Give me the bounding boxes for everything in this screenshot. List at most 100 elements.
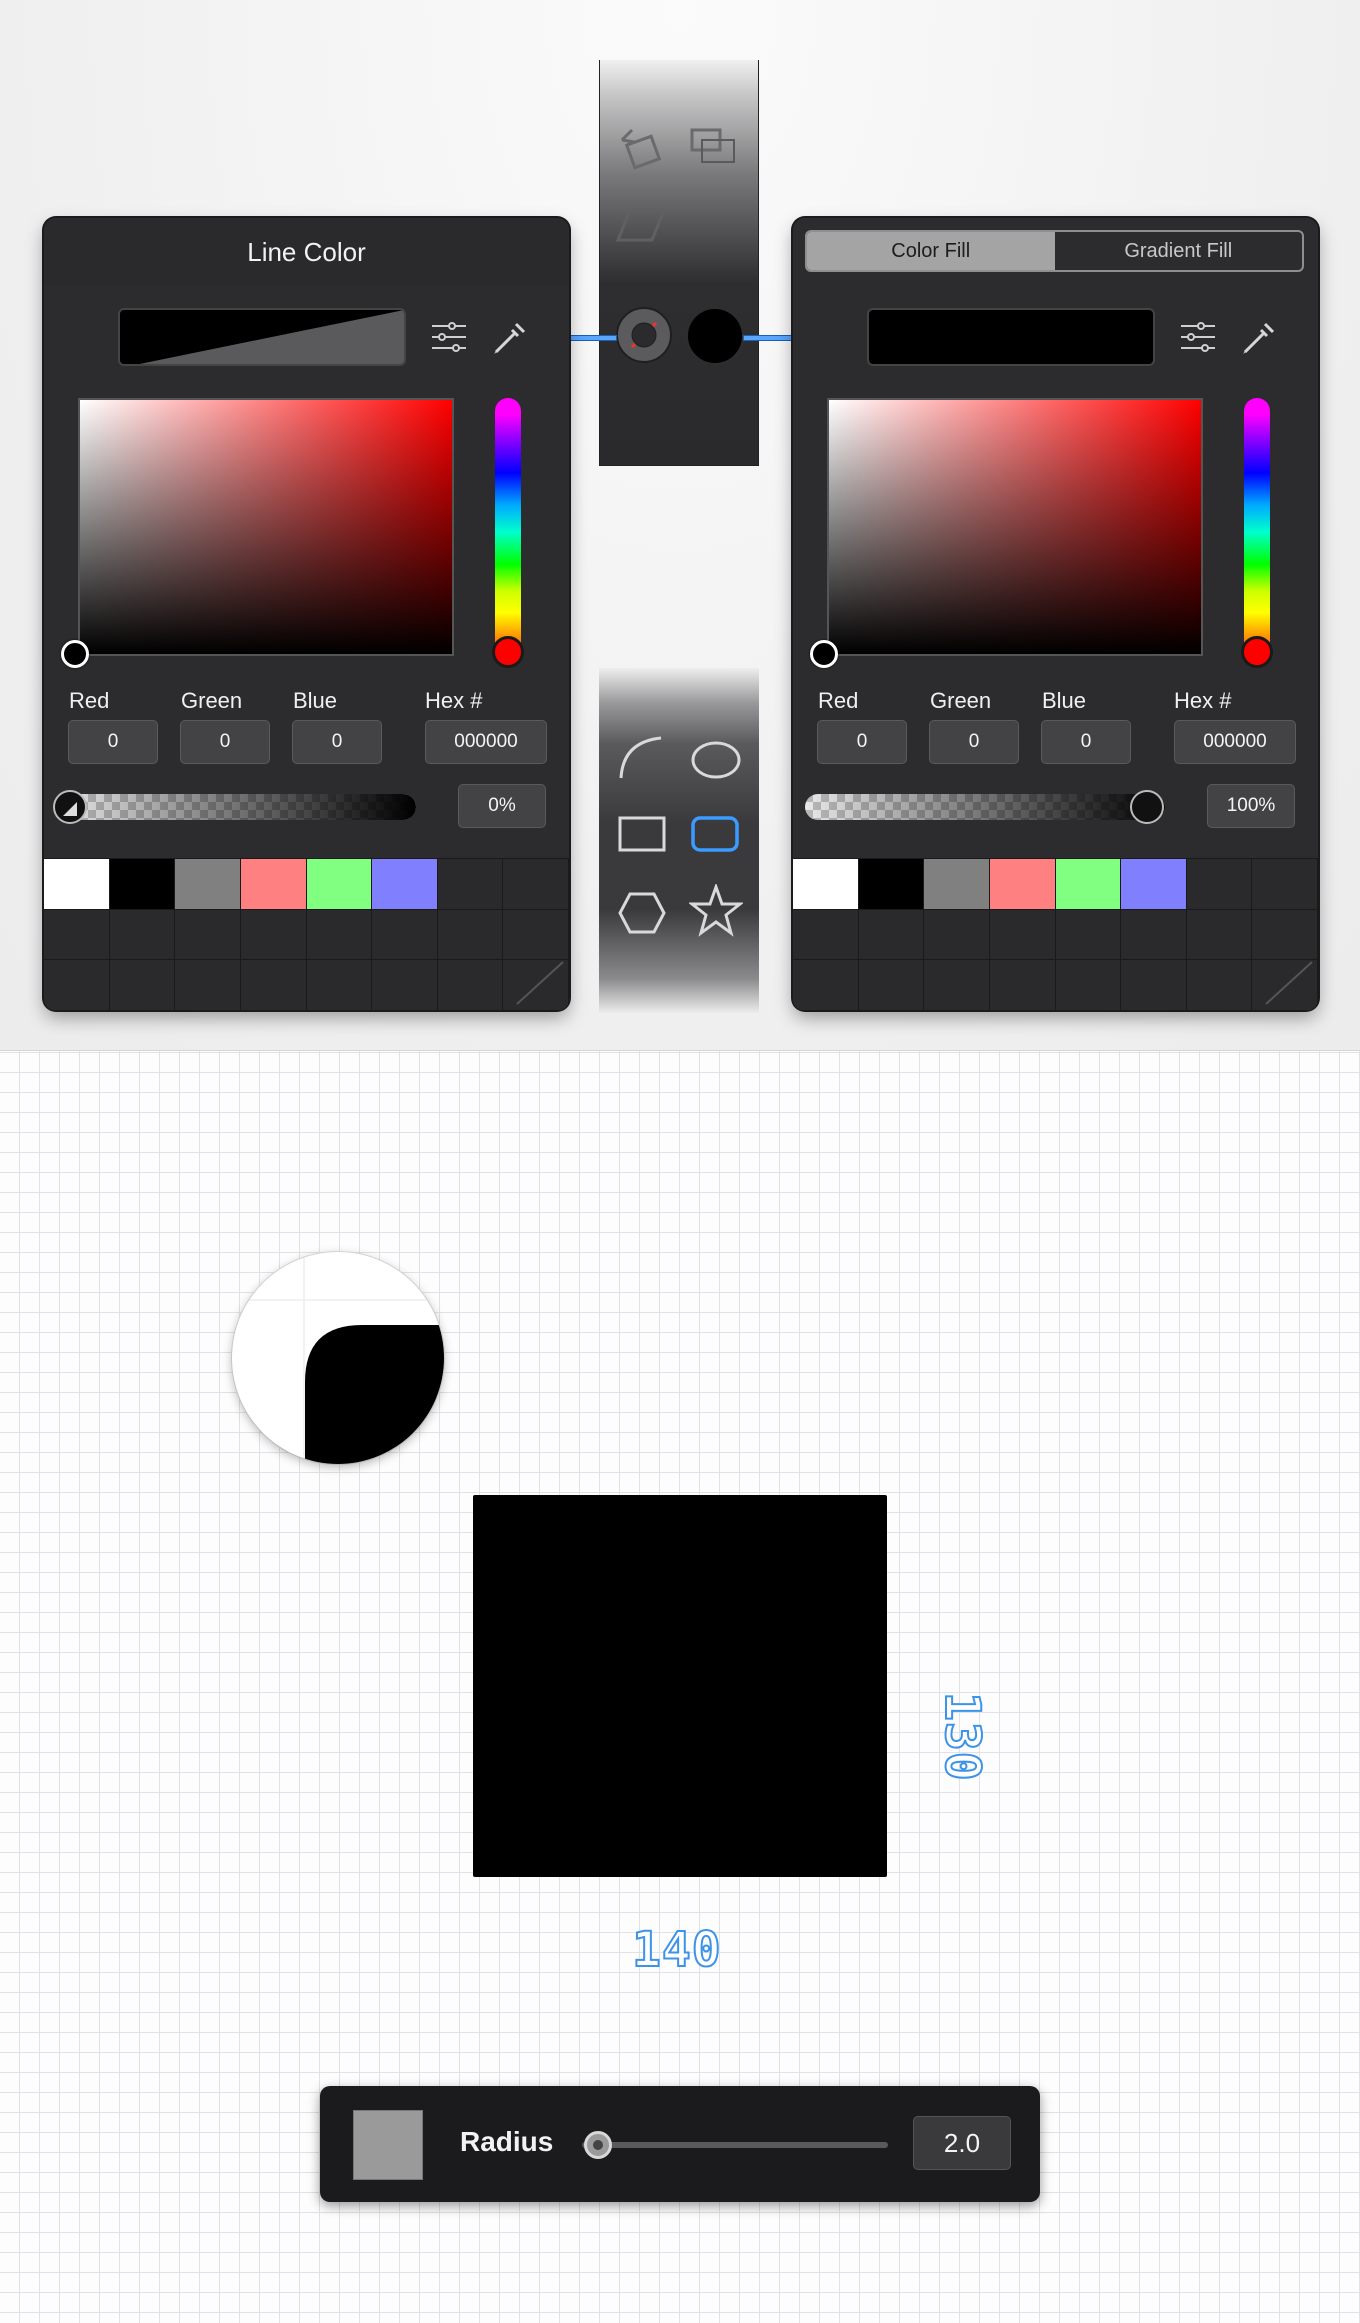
swatch-empty[interactable]: [437, 859, 504, 910]
swatch-blue[interactable]: [1121, 859, 1187, 910]
red-input[interactable]: 0: [68, 720, 158, 764]
swatch-empty[interactable]: [109, 909, 176, 961]
skew-icon[interactable]: [614, 204, 670, 248]
swatch-empty[interactable]: [503, 859, 569, 910]
radius-value-input[interactable]: 2.0: [913, 2116, 1011, 2170]
swatch-empty[interactable]: [437, 909, 504, 961]
arc-icon[interactable]: [617, 734, 665, 782]
swatch-empty[interactable]: [858, 909, 925, 961]
swatch-green[interactable]: [1055, 859, 1122, 910]
green-label: Green: [930, 688, 992, 713]
arrange-icon[interactable]: [688, 122, 740, 168]
swatch-empty[interactable]: [109, 960, 176, 1011]
swatch-white[interactable]: [44, 859, 110, 910]
opacity-slider-handle[interactable]: [1130, 790, 1164, 824]
resize-grip-icon[interactable]: [509, 958, 565, 1006]
tool-strip-bottom: [599, 668, 759, 1013]
swatch-empty[interactable]: [1055, 960, 1122, 1011]
radius-slider-handle[interactable]: [584, 2131, 612, 2159]
ellipse-icon[interactable]: [689, 738, 743, 782]
resize-grip-icon[interactable]: [1258, 958, 1314, 1006]
blue-input[interactable]: 0: [1041, 720, 1131, 764]
swatch-empty[interactable]: [503, 909, 569, 961]
swatch-empty[interactable]: [175, 909, 241, 961]
stroke-style-icon[interactable]: [615, 306, 673, 364]
sv-picker-handle[interactable]: [61, 640, 89, 668]
hue-slider[interactable]: [495, 398, 521, 666]
opacity-slider[interactable]: [805, 794, 1165, 820]
rectangle-icon[interactable]: [616, 812, 668, 856]
swatch-gray[interactable]: [175, 859, 241, 910]
swatch-empty[interactable]: [1121, 909, 1187, 961]
fill-color-panel: Color Fill Gradient Fill Red Green Blue …: [793, 218, 1318, 1011]
swatch-pink[interactable]: [240, 859, 307, 910]
swatch-black[interactable]: [109, 859, 176, 910]
star-icon[interactable]: [689, 884, 743, 938]
swatch-empty[interactable]: [1055, 909, 1122, 961]
sliders-icon[interactable]: [1179, 318, 1217, 356]
swatch-empty[interactable]: [437, 960, 504, 1011]
sliders-icon[interactable]: [430, 318, 468, 356]
green-input[interactable]: 0: [929, 720, 1019, 764]
swatch-green[interactable]: [306, 859, 373, 910]
tab-color-fill[interactable]: Color Fill: [807, 232, 1055, 270]
rounded-rectangle-icon[interactable]: [689, 812, 741, 856]
swatch-empty[interactable]: [793, 909, 859, 961]
saturation-value-picker[interactable]: [827, 398, 1203, 656]
swatch-empty[interactable]: [924, 960, 990, 1011]
rectangle-shape[interactable]: [473, 1495, 887, 1877]
swatch-empty[interactable]: [924, 909, 990, 961]
swatch-empty[interactable]: [44, 960, 110, 1011]
swatch-empty[interactable]: [240, 960, 307, 1011]
swatch-empty[interactable]: [372, 960, 438, 1011]
swatch-empty[interactable]: [1252, 859, 1318, 910]
hue-slider[interactable]: [1244, 398, 1270, 666]
swatch-empty[interactable]: [175, 960, 241, 1011]
swatch-empty[interactable]: [306, 909, 373, 961]
hex-input[interactable]: 000000: [425, 720, 547, 764]
opacity-value[interactable]: 0%: [458, 784, 546, 828]
green-label: Green: [181, 688, 243, 713]
opacity-value[interactable]: 100%: [1207, 784, 1295, 828]
swatch-empty[interactable]: [793, 960, 859, 1011]
swatch-empty[interactable]: [1121, 960, 1187, 1011]
hue-slider-handle[interactable]: [1241, 636, 1273, 668]
red-input[interactable]: 0: [817, 720, 907, 764]
swatch-empty[interactable]: [1186, 859, 1253, 910]
line-color-panel: Line Color Red Green Blue Hex # 0 0 0 00…: [44, 218, 569, 1011]
fill-type-segmented-control: Color Fill Gradient Fill: [805, 230, 1304, 272]
radius-slider[interactable]: [582, 2142, 888, 2148]
swatch-empty[interactable]: [1186, 960, 1253, 1011]
sv-picker-handle[interactable]: [810, 640, 838, 668]
swatch-pink[interactable]: [989, 859, 1056, 910]
swatch-empty[interactable]: [44, 909, 110, 961]
eyedropper-icon[interactable]: [1239, 318, 1279, 358]
color-preview: [118, 308, 406, 366]
rotate-icon[interactable]: [612, 118, 670, 176]
opacity-slider[interactable]: [56, 794, 416, 820]
polygon-icon[interactable]: [616, 888, 668, 938]
saturation-value-picker[interactable]: [78, 398, 454, 656]
swatch-empty[interactable]: [858, 960, 925, 1011]
swatch-empty[interactable]: [989, 909, 1056, 961]
swatch-empty[interactable]: [1186, 909, 1253, 961]
swatch-empty[interactable]: [1252, 909, 1318, 961]
tab-gradient-fill[interactable]: Gradient Fill: [1055, 232, 1303, 270]
hex-input[interactable]: 000000: [1174, 720, 1296, 764]
hue-slider-handle[interactable]: [492, 636, 524, 668]
swatch-empty[interactable]: [372, 909, 438, 961]
green-input[interactable]: 0: [180, 720, 270, 764]
radius-color-swatch[interactable]: [353, 2110, 423, 2180]
swatch-empty[interactable]: [306, 960, 373, 1011]
swatch-black[interactable]: [858, 859, 925, 910]
swatch-white[interactable]: [793, 859, 859, 910]
swatch-blue[interactable]: [372, 859, 438, 910]
swatch-empty[interactable]: [240, 909, 307, 961]
blue-input[interactable]: 0: [292, 720, 382, 764]
opacity-slider-handle[interactable]: [53, 790, 87, 824]
swatch-gray[interactable]: [924, 859, 990, 910]
swatch-empty[interactable]: [989, 960, 1056, 1011]
swatch-grid: [44, 858, 569, 1011]
eyedropper-icon[interactable]: [490, 318, 530, 358]
fill-style-icon[interactable]: [685, 306, 745, 366]
